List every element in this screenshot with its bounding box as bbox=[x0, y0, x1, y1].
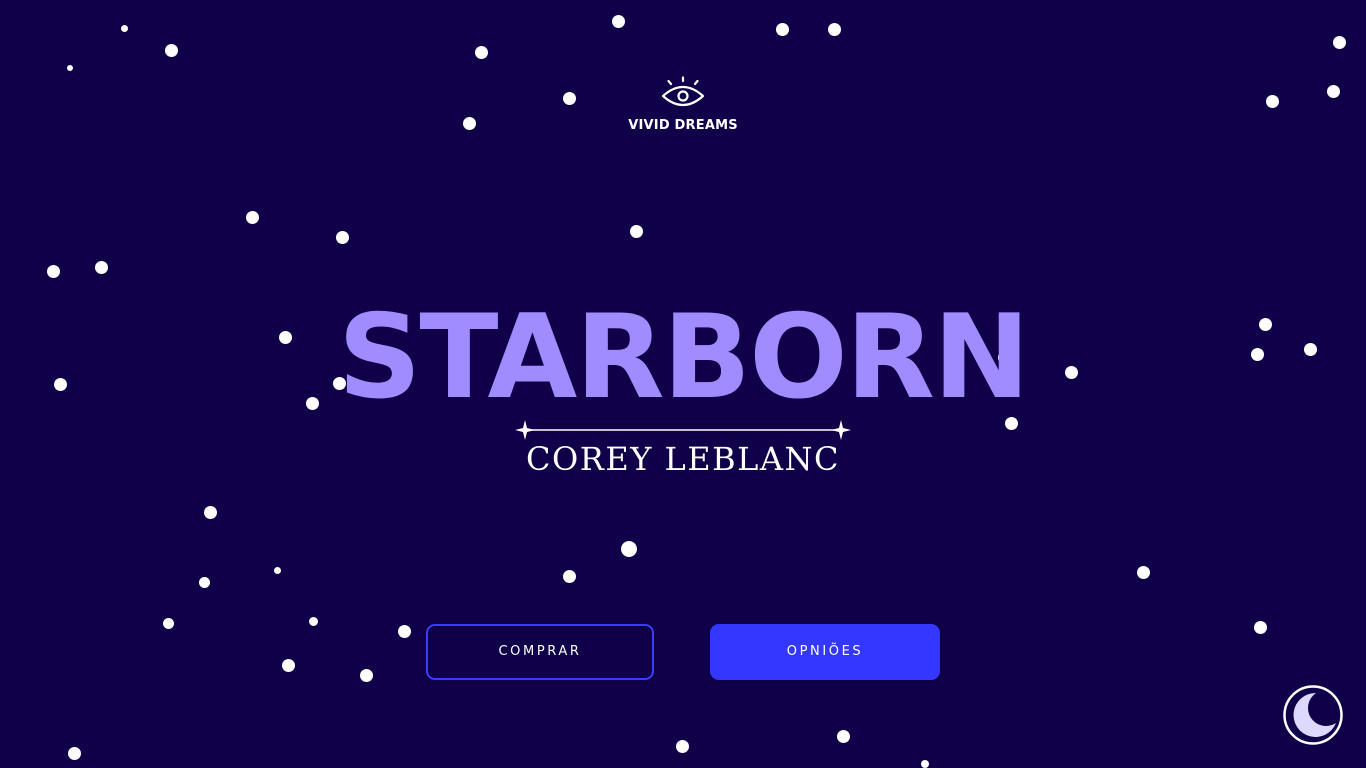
star-dot bbox=[359, 668, 373, 682]
star-dot bbox=[562, 91, 576, 105]
star-dot bbox=[1250, 347, 1264, 361]
star-dot bbox=[397, 624, 411, 638]
star-dot bbox=[675, 739, 689, 753]
star-dot bbox=[1258, 317, 1272, 331]
brand-logo: VIVID DREAMS bbox=[583, 76, 783, 133]
star-dot bbox=[67, 65, 73, 71]
star-dot bbox=[164, 43, 178, 57]
star-dot bbox=[162, 617, 174, 629]
star-dot bbox=[335, 230, 349, 244]
star-dot bbox=[245, 210, 259, 224]
eye-icon bbox=[661, 76, 705, 107]
star-dot bbox=[827, 22, 841, 36]
star-dot bbox=[629, 224, 643, 238]
star-dot bbox=[53, 377, 67, 391]
star-dot bbox=[67, 746, 81, 760]
star-dot bbox=[308, 616, 318, 626]
theme-toggle-button[interactable] bbox=[1282, 684, 1344, 746]
book-title: STARBORN bbox=[337, 290, 1030, 425]
author-name: COREY LEBLANC bbox=[526, 440, 840, 478]
star-dot bbox=[281, 658, 295, 672]
star-dot bbox=[462, 116, 476, 130]
brand-name: VIVID DREAMS bbox=[628, 118, 738, 133]
star-dot bbox=[94, 260, 108, 274]
star-dot bbox=[1332, 35, 1346, 49]
star-dot bbox=[1253, 620, 1267, 634]
star-dot bbox=[120, 24, 128, 32]
buy-button[interactable]: COMPRAR bbox=[426, 624, 654, 680]
star-dot bbox=[198, 576, 210, 588]
star-dot bbox=[203, 505, 217, 519]
star-dot bbox=[1265, 94, 1279, 108]
star-dot bbox=[775, 22, 789, 36]
star-dot bbox=[611, 14, 625, 28]
star-dot bbox=[1326, 84, 1340, 98]
star-dot bbox=[562, 569, 576, 583]
star-dot bbox=[474, 45, 488, 59]
star-dot bbox=[836, 729, 850, 743]
star-dot bbox=[1136, 565, 1150, 579]
star-dot bbox=[1303, 342, 1317, 356]
reviews-button[interactable]: OPNIÕES bbox=[710, 624, 940, 680]
star-dot bbox=[921, 760, 929, 768]
star-dot bbox=[46, 264, 60, 278]
star-dot bbox=[273, 566, 281, 574]
star-dot bbox=[621, 541, 637, 557]
